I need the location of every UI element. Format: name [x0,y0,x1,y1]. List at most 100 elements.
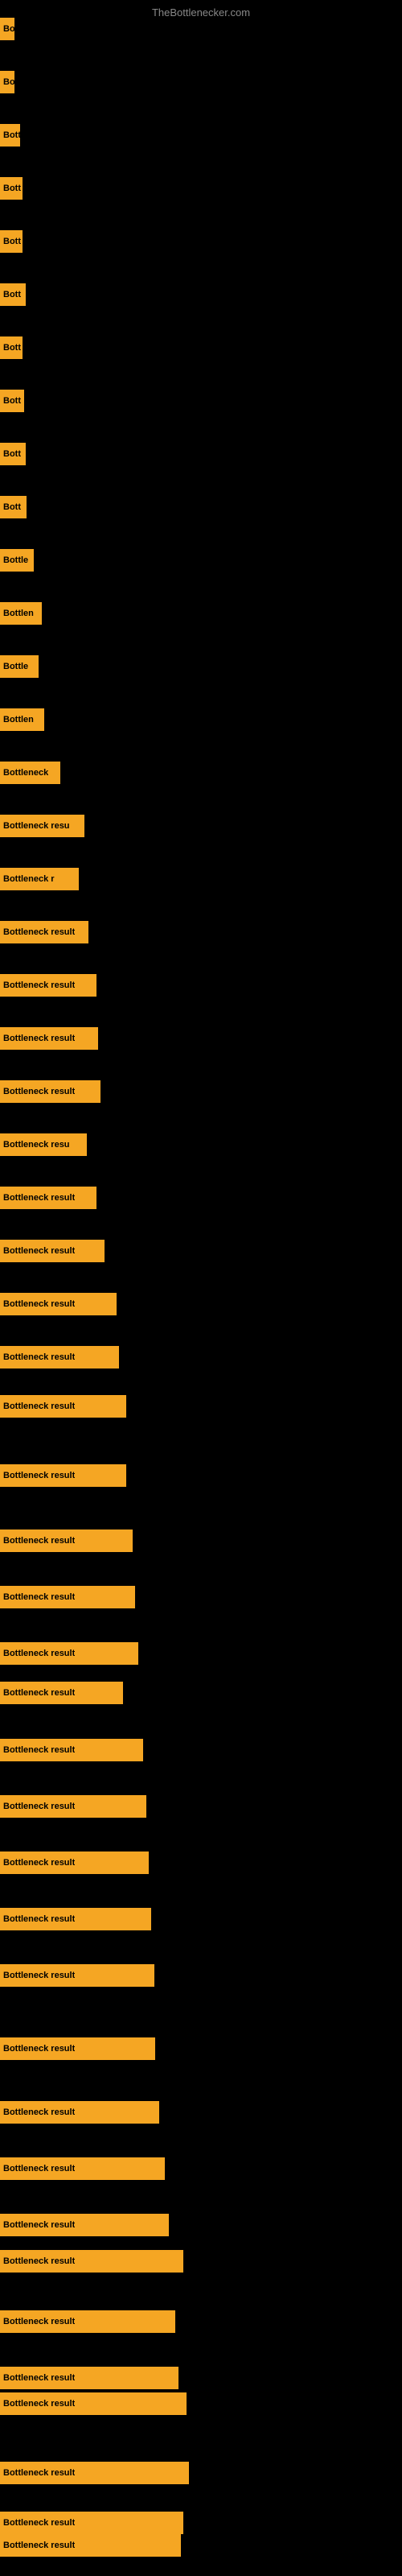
bar-label-40: Bottleneck result [3,2220,75,2230]
bar-label-39: Bottleneck result [3,2164,75,2174]
bar-47: Bottleneck result [0,2534,181,2557]
bar-label-4: Bott [3,237,21,246]
bar-label-47: Bottleneck result [3,2541,75,2550]
bar-13: Bottlen [0,708,44,731]
bar-46: Bottleneck result [0,2512,183,2534]
bar-row-6: Bott [0,336,23,359]
bar-label-27: Bottleneck result [3,1471,75,1480]
bar-25: Bottleneck result [0,1346,119,1368]
bar-label-28: Bottleneck result [3,1536,75,1546]
bar-31: Bottleneck result [0,1682,123,1704]
bar-2: Bott [0,124,20,147]
bar-row-20: Bottleneck result [0,1080,100,1103]
bar-44: Bottleneck result [0,2392,187,2415]
bar-15: Bottleneck resu [0,815,84,837]
bar-32: Bottleneck result [0,1739,143,1761]
bar-8: Bott [0,443,26,465]
bar-label-12: Bottle [3,662,28,671]
bar-35: Bottleneck result [0,1908,151,1930]
bar-12: Bottle [0,655,39,678]
bar-label-23: Bottleneck result [3,1246,75,1256]
bar-row-43: Bottleneck result [0,2367,178,2389]
bar-row-17: Bottleneck result [0,921,88,943]
bar-21: Bottleneck resu [0,1133,87,1156]
bar-label-45: Bottleneck result [3,2468,75,2478]
bar-row-8: Bott [0,443,26,465]
bar-label-36: Bottleneck result [3,1971,75,1980]
bar-row-44: Bottleneck result [0,2392,187,2415]
bar-label-20: Bottleneck result [3,1087,75,1096]
bar-row-23: Bottleneck result [0,1240,105,1262]
bar-row-21: Bottleneck resu [0,1133,87,1156]
bar-row-19: Bottleneck result [0,1027,98,1050]
bar-label-31: Bottleneck result [3,1688,75,1698]
bar-row-32: Bottleneck result [0,1739,143,1761]
bar-label-2: Bott [3,130,20,140]
bar-label-5: Bott [3,290,21,299]
bar-row-41: Bottleneck result [0,2250,183,2273]
bar-0: Bo [0,18,14,40]
bar-16: Bottleneck r [0,868,79,890]
bar-row-36: Bottleneck result [0,1964,154,1987]
bar-1: Bo [0,71,14,93]
bar-11: Bottlen [0,602,42,625]
bar-36: Bottleneck result [0,1964,154,1987]
bar-label-37: Bottleneck result [3,2044,75,2054]
bar-label-42: Bottleneck result [3,2317,75,2326]
bar-row-45: Bottleneck result [0,2462,189,2484]
bar-label-29: Bottleneck result [3,1592,75,1602]
bar-28: Bottleneck result [0,1530,133,1552]
bar-row-0: Bo [0,18,14,40]
bar-row-9: Bott [0,496,27,518]
bar-row-14: Bottleneck [0,762,60,784]
bar-row-1: Bo [0,71,14,93]
bar-row-29: Bottleneck result [0,1586,135,1608]
bar-38: Bottleneck result [0,2101,159,2124]
bar-19: Bottleneck result [0,1027,98,1050]
bar-row-38: Bottleneck result [0,2101,159,2124]
bar-label-11: Bottlen [3,609,34,618]
bar-row-18: Bottleneck result [0,974,96,997]
bar-24: Bottleneck result [0,1293,117,1315]
bar-29: Bottleneck result [0,1586,135,1608]
bar-39: Bottleneck result [0,2157,165,2180]
bar-row-25: Bottleneck result [0,1346,119,1368]
bar-row-27: Bottleneck result [0,1464,126,1487]
bar-row-39: Bottleneck result [0,2157,165,2180]
bar-row-22: Bottleneck result [0,1187,96,1209]
bar-row-37: Bottleneck result [0,2037,155,2060]
bar-label-16: Bottleneck r [3,874,55,884]
bar-20: Bottleneck result [0,1080,100,1103]
bar-6: Bott [0,336,23,359]
bar-43: Bottleneck result [0,2367,178,2389]
bar-row-12: Bottle [0,655,39,678]
bar-row-28: Bottleneck result [0,1530,133,1552]
bar-row-26: Bottleneck result [0,1395,126,1418]
bar-14: Bottleneck [0,762,60,784]
bar-row-10: Bottle [0,549,34,572]
bar-label-9: Bott [3,502,21,512]
bar-row-30: Bottleneck result [0,1642,138,1665]
bar-23: Bottleneck result [0,1240,105,1262]
bar-label-13: Bottlen [3,715,34,724]
bar-label-30: Bottleneck result [3,1649,75,1658]
bar-label-3: Bott [3,184,21,193]
bar-label-25: Bottleneck result [3,1352,75,1362]
bar-label-43: Bottleneck result [3,2373,75,2383]
bar-row-40: Bottleneck result [0,2214,169,2236]
bar-row-7: Bott [0,390,24,412]
bar-row-34: Bottleneck result [0,1852,149,1874]
bar-row-11: Bottlen [0,602,42,625]
bar-row-47: Bottleneck result [0,2534,181,2557]
bar-27: Bottleneck result [0,1464,126,1487]
bar-label-33: Bottleneck result [3,1802,75,1811]
bar-label-1: Bo [3,77,14,87]
bar-33: Bottleneck result [0,1795,146,1818]
bar-22: Bottleneck result [0,1187,96,1209]
bar-label-46: Bottleneck result [3,2518,75,2528]
bar-row-3: Bott [0,177,23,200]
bar-42: Bottleneck result [0,2310,175,2333]
bar-34: Bottleneck result [0,1852,149,1874]
bar-3: Bott [0,177,23,200]
bar-label-18: Bottleneck result [3,980,75,990]
